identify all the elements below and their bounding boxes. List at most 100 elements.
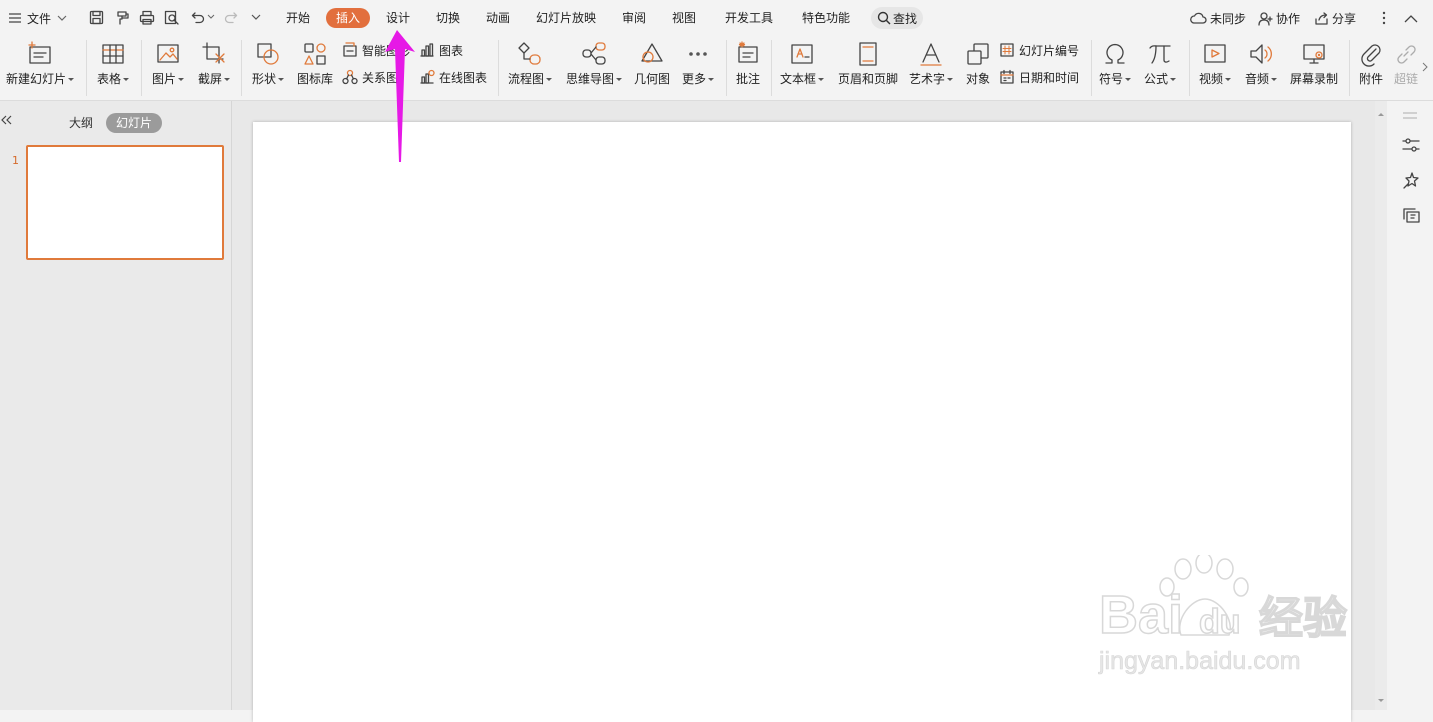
chart-button[interactable]: 图表 [419,40,463,60]
search-button[interactable]: 查找 [871,7,923,29]
format-painter-icon[interactable] [114,9,130,25]
object-icon [967,43,989,65]
slide-number-icon [1000,43,1014,57]
tab-home[interactable]: 开始 [281,8,315,28]
table-button[interactable]: 表格 [92,36,134,100]
sync-status-button[interactable]: 未同步 [1190,9,1246,27]
symbol-button[interactable]: 符号 [1095,36,1135,100]
video-icon [1204,44,1226,63]
attachment-label: 附件 [1358,72,1383,86]
ribbon-scroll-right-icon[interactable] [1422,62,1430,76]
tab-insert[interactable]: 插入 [326,8,370,28]
collapse-ribbon-icon[interactable] [1403,9,1419,27]
collaborate-button[interactable]: 协作 [1258,9,1300,27]
attachment-button[interactable]: 附件 [1353,36,1389,100]
tab-special-features[interactable]: 特色功能 [797,8,855,28]
more-dots-icon [689,52,707,56]
geometry-icon [641,43,663,63]
comment-button[interactable]: 批注 [730,36,766,100]
share-button[interactable]: 分享 [1314,9,1356,27]
collapse-panel-icon[interactable] [0,115,14,131]
slide-thumbnail[interactable] [26,145,224,260]
redo-icon[interactable] [224,9,238,25]
audio-button[interactable]: 音频 [1240,36,1282,100]
slides-panel-icon[interactable] [1402,207,1420,225]
more-label: 更多 [681,72,706,86]
tab-transitions[interactable]: 切换 [431,8,465,28]
header-footer-button[interactable]: 页眉和页脚 [834,36,902,100]
paperclip-icon [1361,44,1381,67]
share-label: 分享 [1332,11,1357,26]
tab-design[interactable]: 设计 [381,8,415,28]
tab-outline[interactable]: 大纲 [62,114,100,132]
geometry-button[interactable]: 几何图 [630,36,674,100]
more-options-icon[interactable] [1378,9,1390,27]
geometry-label: 几何图 [633,72,670,86]
online-chart-button[interactable]: 在线图表 [419,67,487,87]
hamburger-icon [9,13,21,23]
mindmap-icon [582,42,606,65]
audio-label: 音频 [1244,72,1269,86]
magic-star-icon[interactable] [1402,171,1420,189]
wordart-button[interactable]: 艺术字 [906,36,956,100]
undo-icon [191,12,205,24]
object-label: 对象 [965,72,990,86]
video-button[interactable]: 视频 [1194,36,1236,100]
scroll-down-icon[interactable] [1375,696,1387,706]
object-button[interactable]: 对象 [961,36,995,100]
textbox-icon [791,44,813,64]
screenshot-icon [202,42,225,64]
print-icon[interactable] [139,9,155,25]
vertical-scrollbar[interactable] [1375,101,1387,710]
new-slide-icon [28,41,51,64]
textbox-button[interactable]: 文本框 [776,36,828,100]
smart-art-icon [343,42,357,57]
tab-view[interactable]: 视图 [667,8,701,28]
icon-library-label: 图标库 [296,72,333,86]
new-slide-label: 新建幻灯片 [5,72,66,86]
customize-toolbar-icon[interactable] [250,9,262,25]
speaker-icon [1250,44,1272,64]
annotation-arrow [380,30,420,170]
chart-label: 图表 [439,43,464,58]
search-icon [877,11,891,25]
shape-button[interactable]: 形状 [246,36,290,100]
settings-sliders-icon[interactable] [1402,137,1420,153]
mindmap-label: 思维导图 [565,72,614,86]
baidu-jingyan-watermark: Bai du 经验 jingyan.baidu.com [1095,555,1360,685]
icon-library-icon [304,43,326,65]
tab-slideshow[interactable]: 幻灯片放映 [533,8,599,28]
link-icon [1397,45,1416,64]
tab-developer[interactable]: 开发工具 [720,8,778,28]
flowchart-label: 流程图 [507,72,544,86]
online-chart-icon [420,69,435,84]
picture-button[interactable]: 图片 [146,36,190,100]
tab-review[interactable]: 审阅 [617,8,651,28]
scroll-up-icon[interactable] [1375,109,1387,119]
screen-record-icon [1303,44,1325,64]
slide-number-button[interactable]: 幻灯片编号 [999,40,1079,60]
new-slide-button[interactable]: 新建幻灯片 [4,36,76,100]
relation-chart-icon [342,69,358,85]
cloud-icon [1190,12,1207,24]
picture-icon [157,44,179,63]
hyperlink-button[interactable]: 超链 [1391,36,1421,100]
undo-button[interactable] [190,9,216,25]
tab-slides[interactable]: 幻灯片 [106,113,162,133]
date-time-button[interactable]: 日期和时间 [999,67,1079,87]
chevron-down-icon [57,15,67,21]
sidebar-menu-icon[interactable] [1402,111,1418,121]
flowchart-button[interactable]: 流程图 [503,36,557,100]
print-preview-icon[interactable] [164,9,180,25]
video-label: 视频 [1198,72,1223,86]
file-menu-button[interactable]: 文件 [8,9,67,27]
screen-record-button[interactable]: 屏幕录制 [1285,36,1343,100]
more-button[interactable]: 更多 [676,36,720,100]
save-icon[interactable] [88,9,104,25]
screenshot-button[interactable]: 截屏 [192,36,236,100]
tab-animations[interactable]: 动画 [481,8,515,28]
icon-library-button[interactable]: 图标库 [294,36,336,100]
formula-button[interactable]: 公式 [1139,36,1181,100]
watermark-brand: Bai [1099,585,1183,645]
mindmap-button[interactable]: 思维导图 [562,36,626,100]
